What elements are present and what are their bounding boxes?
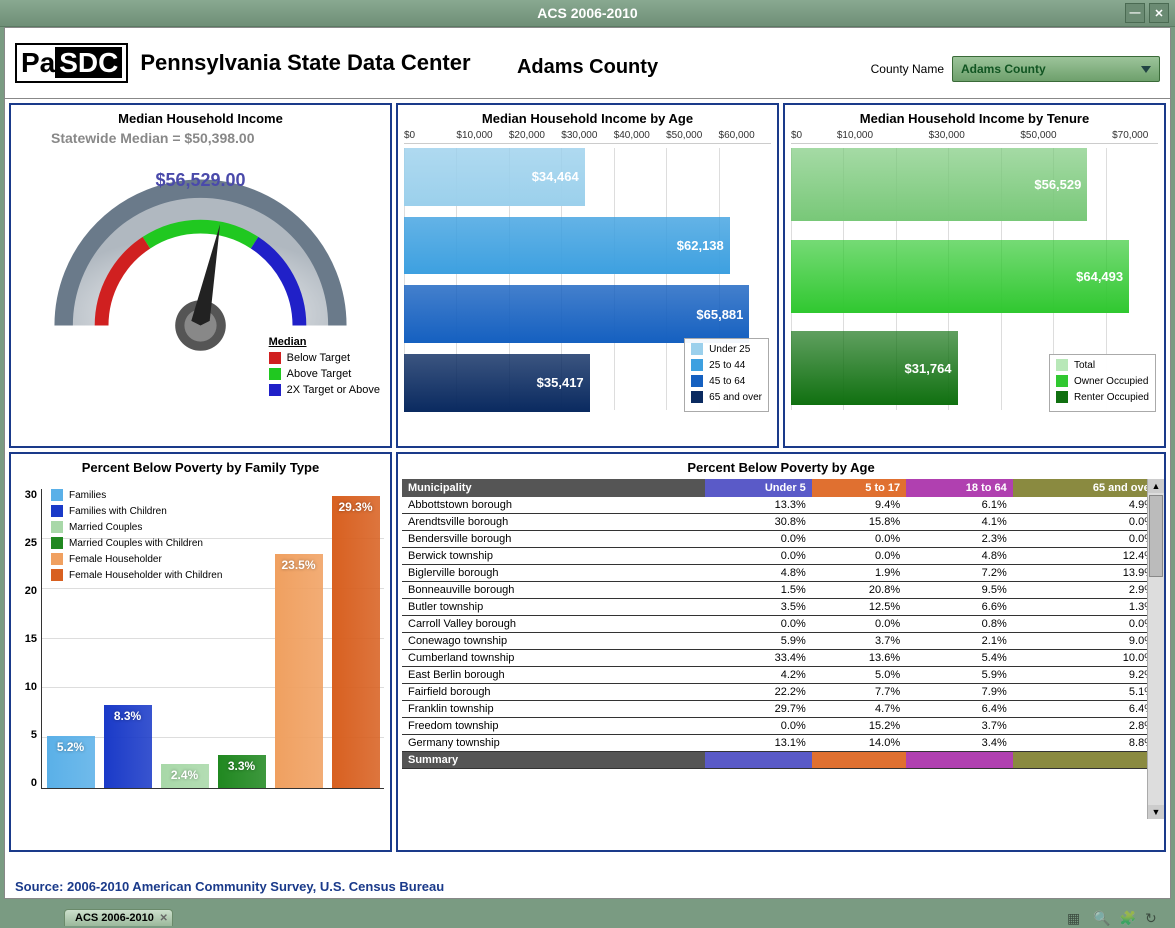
th-5to17[interactable]: 5 to 17 <box>812 479 906 497</box>
county-selector-group: County Name Adams County <box>871 56 1160 82</box>
table-scrollbar[interactable]: ▲ ▼ <box>1147 479 1164 819</box>
county-dropdown[interactable]: Adams County <box>952 56 1160 82</box>
swatch-green <box>269 368 281 380</box>
family-legend: Families Families with Children Married … <box>51 489 222 585</box>
th-municipality[interactable]: Municipality <box>402 479 705 497</box>
org-name: Pennsylvania State Data Center <box>140 50 470 76</box>
th-18to64[interactable]: 18 to 64 <box>906 479 1013 497</box>
status-icons: ▦ 🔍 🧩 ↻ <box>1067 910 1161 926</box>
county-title: Adams County <box>517 56 658 79</box>
county-label: County Name <box>871 62 944 76</box>
swatch-red <box>269 352 281 364</box>
tenure-xaxis: $0$10,000$30,000$50,000$70,000 <box>791 130 1158 144</box>
title-bar: ACS 2006-2010 — ✕ <box>0 0 1175 27</box>
age-title: Median Household Income by Age <box>398 105 777 130</box>
app-window: ACS 2006-2010 — ✕ Adams County County Na… <box>0 0 1175 928</box>
family-yaxis: 302520151050 <box>13 489 37 789</box>
tab-acs[interactable]: ACS 2006-2010 ✕ <box>64 909 173 926</box>
swatch-blue <box>269 384 281 396</box>
grid-icon[interactable]: ▦ <box>1067 910 1083 926</box>
logo: PaSDC <box>15 43 128 83</box>
tenure-legend: Total Owner Occupied Renter Occupied <box>1049 354 1156 412</box>
family-title: Percent Below Poverty by Family Type <box>11 454 390 479</box>
tab-close-icon[interactable]: ✕ <box>160 913 168 924</box>
tenure-title: Median Household Income by Tenure <box>785 105 1164 130</box>
th-65over[interactable]: 65 and over <box>1013 479 1160 497</box>
table-row[interactable]: Bonneauville borough1.5%20.8%9.5%2.9% <box>402 582 1160 599</box>
table-row[interactable]: Berwick township0.0%0.0%4.8%12.4% <box>402 548 1160 565</box>
panel-poverty-age: Percent Below Poverty by Age Municipalit… <box>396 452 1166 852</box>
table-row[interactable]: Bendersville borough0.0%0.0%2.3%0.0% <box>402 531 1160 548</box>
age-legend: Under 25 25 to 44 45 to 64 65 and over <box>684 338 769 412</box>
table-body: Abbottstown borough13.3%9.4%6.1%4.9%Aren… <box>402 497 1160 752</box>
summary-label: Summary <box>402 752 705 769</box>
table-row[interactable]: Abbottstown borough13.3%9.4%6.1%4.9% <box>402 497 1160 514</box>
table-row[interactable]: Carroll Valley borough0.0%0.0%0.8%0.0% <box>402 616 1160 633</box>
panel-income-age: Median Household Income by Age $0$10,000… <box>396 103 779 448</box>
table-row[interactable]: Butler township3.5%12.5%6.6%1.3% <box>402 599 1160 616</box>
tab-bar: ACS 2006-2010 ✕ ▦ 🔍 🧩 ↻ <box>4 906 1171 928</box>
scroll-thumb[interactable] <box>1149 495 1163 577</box>
window-title: ACS 2006-2010 <box>537 5 637 21</box>
scroll-down-icon[interactable]: ▼ <box>1148 805 1164 819</box>
search-icon[interactable]: 🔍 <box>1093 910 1109 926</box>
gauge-legend: Median Below Target Above Target 2X Targ… <box>269 336 380 400</box>
close-button[interactable]: ✕ <box>1149 3 1169 23</box>
table-row[interactable]: East Berlin borough4.2%5.0%5.9%9.2% <box>402 667 1160 684</box>
table-row[interactable]: Fairfield borough22.2%7.7%7.9%5.1% <box>402 684 1160 701</box>
county-selected: Adams County <box>961 62 1046 76</box>
th-under5[interactable]: Under 5 <box>705 479 812 497</box>
panel-gauge: Median Household Income Statewide Median… <box>9 103 392 448</box>
poverty-table: Municipality Under 5 5 to 17 18 to 64 65… <box>402 479 1160 769</box>
scroll-up-icon[interactable]: ▲ <box>1148 479 1164 493</box>
table-row[interactable]: Biglerville borough4.8%1.9%7.2%13.9% <box>402 565 1160 582</box>
table-row[interactable]: Cumberland township33.4%13.6%5.4%10.0% <box>402 650 1160 667</box>
panel-poverty-family: Percent Below Poverty by Family Type 302… <box>9 452 392 852</box>
table-row[interactable]: Franklin township29.7%4.7%6.4%6.4% <box>402 701 1160 718</box>
chevron-down-icon <box>1141 66 1151 73</box>
gauge-icon <box>11 130 390 360</box>
statewide-label: Statewide Median = $50,398.00 <box>51 130 255 146</box>
dashboard-grid: Median Household Income Statewide Median… <box>5 99 1170 856</box>
table-row[interactable]: Conewago township5.9%3.7%2.1%9.0% <box>402 633 1160 650</box>
table-row[interactable]: Arendtsville borough30.8%15.8%4.1%0.0% <box>402 514 1160 531</box>
refresh-icon[interactable]: ↻ <box>1145 910 1161 926</box>
table-row[interactable]: Freedom township0.0%15.2%3.7%2.8% <box>402 718 1160 735</box>
gauge-title: Median Household Income <box>11 105 390 130</box>
minimize-button[interactable]: — <box>1125 3 1145 23</box>
age-xaxis: $0$10,000$20,000$30,000$40,000$50,000$60… <box>404 130 771 144</box>
gauge-value: $56,529.00 <box>155 170 245 191</box>
panel-income-tenure: Median Household Income by Tenure $0$10,… <box>783 103 1166 448</box>
page: Adams County County Name Adams County Pa… <box>4 27 1171 899</box>
pin-icon[interactable]: 🧩 <box>1119 910 1135 926</box>
source-text: Source: 2006-2010 American Community Sur… <box>15 879 444 894</box>
gauge-legend-title: Median <box>269 336 380 348</box>
table-row[interactable]: Germany township13.1%14.0%3.4%8.8% <box>402 735 1160 752</box>
table-title: Percent Below Poverty by Age <box>398 454 1164 479</box>
